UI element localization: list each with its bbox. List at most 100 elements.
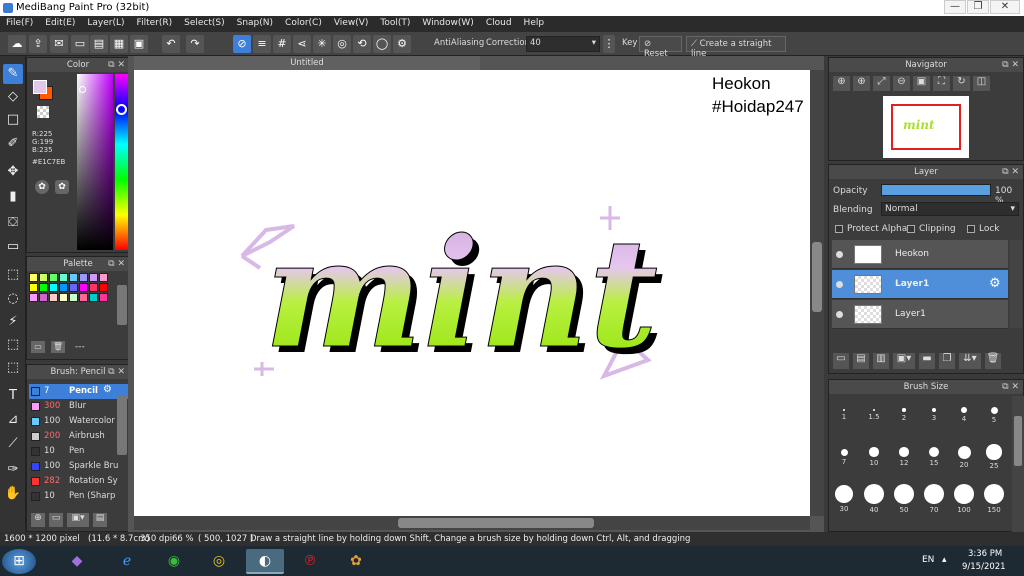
brush-scrollbar[interactable]: [117, 395, 127, 455]
brush-size-cell[interactable]: 4: [949, 396, 979, 438]
palette-swatch[interactable]: [69, 283, 78, 292]
move-tool-icon[interactable]: ✥: [3, 162, 23, 182]
layer-row[interactable]: Layer1: [832, 300, 1008, 329]
hand-tool-icon[interactable]: ✋: [3, 484, 23, 504]
palette-swatch[interactable]: [79, 293, 88, 302]
divide-tool-icon[interactable]: ⊿: [3, 410, 23, 430]
palette-swatch[interactable]: [59, 293, 68, 302]
zoom-in-icon[interactable]: ⊕: [833, 76, 850, 91]
brush-size-cell[interactable]: 15: [919, 438, 949, 480]
color-picker-icon[interactable]: ✿: [55, 180, 69, 194]
blending-select[interactable]: Normal ▾: [881, 202, 1019, 216]
horizontal-scrollbar[interactable]: [134, 516, 810, 530]
palette-swatch[interactable]: [89, 283, 98, 292]
visibility-icon[interactable]: [836, 251, 843, 258]
menu-file[interactable]: File(F): [0, 16, 39, 32]
palette-swatch[interactable]: [99, 273, 108, 282]
brush-settings-icon[interactable]: ▤: [93, 513, 107, 527]
parallel-snap-icon[interactable]: ≡: [253, 35, 271, 53]
bucket-tool-icon[interactable]: ⛋: [3, 213, 23, 233]
layer-scrollbar[interactable]: [1010, 240, 1022, 328]
chrome-icon[interactable]: ◎: [200, 549, 238, 574]
transparent-swatch[interactable]: [37, 106, 49, 118]
brush-size-cell[interactable]: 70: [919, 480, 949, 522]
brush-size-cell[interactable]: 1: [829, 396, 859, 438]
eraser-tool-icon[interactable]: ◇: [3, 87, 23, 107]
brush-add-icon[interactable]: ⊕: [31, 513, 45, 527]
menu-snap[interactable]: Snap(N): [231, 16, 279, 32]
main-color-swatch[interactable]: [33, 80, 47, 94]
zoom-in-icon[interactable]: ⊕: [853, 76, 870, 91]
palette-swatch[interactable]: [89, 293, 98, 302]
fit-icon[interactable]: ⤢: [873, 76, 890, 91]
menu-select[interactable]: Select(S): [178, 16, 231, 32]
correction-stepper[interactable]: ⋮: [603, 35, 615, 53]
visual-studio-icon[interactable]: ◆: [58, 549, 96, 574]
maximize-button[interactable]: ❐: [967, 0, 989, 14]
palette-swatch[interactable]: [59, 283, 68, 292]
brush-page-icon[interactable]: ▭: [49, 513, 63, 527]
chat-icon[interactable]: ▭: [71, 35, 89, 53]
snap-off-icon[interactable]: ⊘: [233, 35, 251, 53]
palette-swatch[interactable]: [39, 283, 48, 292]
folder-icon[interactable]: ▬: [919, 353, 935, 369]
brush-size-cell[interactable]: 3: [919, 396, 949, 438]
text-tool-icon[interactable]: T: [3, 386, 23, 406]
gear-icon[interactable]: ⚙: [989, 276, 1001, 291]
straight-line-button[interactable]: ⟋ Create a straight line: [686, 36, 786, 59]
menu-edit[interactable]: Edit(E): [39, 16, 81, 32]
brush-size-cell[interactable]: 30: [829, 480, 859, 522]
rotate-icon[interactable]: ↻: [953, 76, 970, 91]
brush-size-cell[interactable]: 7: [829, 438, 859, 480]
gradient-tool-icon[interactable]: ▭: [3, 237, 23, 257]
menu-color[interactable]: Color(C): [279, 16, 328, 32]
clock-date[interactable]: 9/15/2021: [962, 562, 1006, 572]
language-indicator[interactable]: EN: [922, 555, 934, 565]
coccoc-icon[interactable]: ◉: [155, 549, 193, 574]
fullscreen-icon[interactable]: ⛶: [933, 76, 950, 91]
navigator-thumbnail[interactable]: mint: [883, 96, 969, 158]
color-wheel-icon[interactable]: ✿: [35, 180, 49, 194]
palette-swatch[interactable]: [49, 283, 58, 292]
redo-icon[interactable]: ↷: [186, 35, 204, 53]
panel-close-icon[interactable]: ⧉ ✕: [1002, 380, 1019, 394]
gear-icon[interactable]: ⚙: [103, 384, 112, 395]
visibility-icon[interactable]: [836, 311, 843, 318]
brush-size-cell[interactable]: 1.5: [859, 396, 889, 438]
horizontal-scroll-thumb[interactable]: [398, 518, 594, 528]
paint-icon[interactable]: ✿: [337, 549, 375, 574]
palette-swatch[interactable]: [59, 273, 68, 282]
brush-size-cell[interactable]: 5: [979, 396, 1009, 438]
brush-size-cell[interactable]: 10: [859, 438, 889, 480]
palette-swatch[interactable]: [39, 273, 48, 282]
comment-icon[interactable]: ✉: [50, 35, 68, 53]
lock-checkbox[interactable]: [967, 225, 975, 233]
lasso-tool-icon[interactable]: ◌: [3, 289, 23, 309]
document-tab[interactable]: Untitled: [134, 56, 480, 70]
close-window-button[interactable]: ✕: [990, 0, 1020, 14]
layer-row-selected[interactable]: Layer1 ⚙: [832, 270, 1008, 299]
layer-row[interactable]: Heokon: [832, 240, 1008, 269]
select-pen-icon[interactable]: ⬚: [3, 335, 23, 355]
panel-close-icon[interactable]: ⧉ ✕: [1002, 165, 1019, 179]
pen-tool-icon[interactable]: ✑: [3, 460, 23, 480]
brush-size-scrollbar[interactable]: [1012, 396, 1024, 532]
opacity-slider[interactable]: [881, 184, 991, 196]
radial-snap-icon[interactable]: ✳: [313, 35, 331, 53]
delete-layer-icon[interactable]: 🗑: [985, 353, 1001, 369]
panel-close-icon[interactable]: ⧉ ✕: [108, 365, 125, 379]
brush-size-cell[interactable]: 50: [889, 480, 919, 522]
share-icon[interactable]: ⇪: [29, 35, 47, 53]
brush-item[interactable]: 10 Pen (Sharp: [29, 489, 139, 504]
palette-swatch[interactable]: [99, 283, 108, 292]
undo-icon[interactable]: ↶: [162, 35, 180, 53]
duplicate-layer-icon[interactable]: ❐: [939, 353, 955, 369]
correction-select[interactable]: 40 ▾: [526, 36, 600, 52]
visibility-icon[interactable]: [836, 281, 843, 288]
new-8bit-layer-icon[interactable]: ▥: [873, 353, 889, 369]
pinterest-icon[interactable]: ℗: [291, 549, 329, 574]
menu-window[interactable]: Window(W): [416, 16, 479, 32]
brush-size-scroll-thumb[interactable]: [1014, 416, 1022, 466]
menu-help[interactable]: Help: [518, 16, 551, 32]
start-button[interactable]: ⊞: [2, 549, 36, 574]
